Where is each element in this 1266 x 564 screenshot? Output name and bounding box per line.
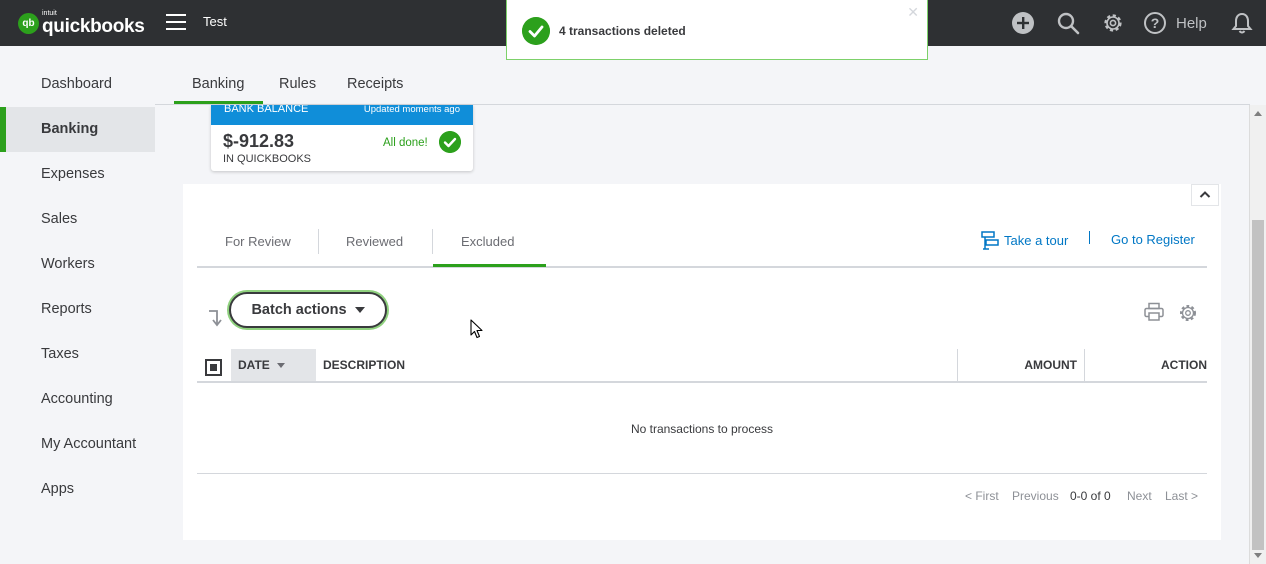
sidebar-item-expenses[interactable]: Expenses xyxy=(0,152,155,197)
take-a-tour-label: Take a tour xyxy=(1004,232,1069,248)
bank-balance-amount: $-912.83 xyxy=(223,131,295,151)
sidebar-item-banking[interactable]: Banking xyxy=(0,107,155,152)
check-circle-icon xyxy=(439,131,461,153)
column-header-action: ACTION xyxy=(1161,358,1207,372)
take-a-tour-link[interactable]: Take a tour xyxy=(980,230,1068,250)
toast-notification: 4 transactions deleted ✕ xyxy=(506,0,928,60)
sidebar-nav: Dashboard Banking Expenses Sales Workers… xyxy=(0,46,155,564)
bank-status-text: All done! xyxy=(383,137,428,149)
tab-banking[interactable]: Banking xyxy=(192,76,244,92)
pager-first[interactable]: < First xyxy=(965,489,999,503)
bank-balance-card[interactable]: BANK BALANCE Updated moments ago $-912.8… xyxy=(211,105,473,171)
pager-count: 0-0 of 0 xyxy=(1070,489,1111,503)
column-header-amount: AMOUNT xyxy=(1024,358,1077,372)
scroll-thumb[interactable] xyxy=(1252,220,1264,550)
pager-next[interactable]: Next xyxy=(1127,489,1152,503)
column-date-label: DATE xyxy=(238,358,270,372)
column-separator xyxy=(957,349,958,381)
column-separator xyxy=(1084,349,1085,381)
settings-gear-icon[interactable] xyxy=(1177,302,1199,324)
sidebar-item-apps[interactable]: Apps xyxy=(0,467,155,512)
company-name: Test xyxy=(203,14,227,29)
hamburger-menu-icon[interactable] xyxy=(166,14,186,30)
close-icon[interactable]: ✕ xyxy=(907,4,919,21)
tab-excluded[interactable]: Excluded xyxy=(461,234,514,249)
help-label[interactable]: Help xyxy=(1176,15,1207,32)
bank-balance-caption: IN QUICKBOOKS xyxy=(223,153,312,165)
sidebar-item-taxes[interactable]: Taxes xyxy=(0,332,155,377)
gear-icon[interactable] xyxy=(1101,11,1125,35)
sidebar-item-workers[interactable]: Workers xyxy=(0,242,155,287)
sort-caret-icon xyxy=(277,363,286,369)
svg-text:?: ? xyxy=(1151,15,1160,31)
subtab-active-indicator xyxy=(433,264,546,267)
print-icon[interactable] xyxy=(1143,302,1165,322)
qb-logo-icon: qb xyxy=(18,12,39,34)
link-separator xyxy=(1089,231,1090,244)
caret-down-icon xyxy=(354,307,365,313)
quickbooks-logo[interactable]: qb intuit quickbooks xyxy=(18,10,145,36)
sidebar-item-dashboard[interactable]: Dashboard xyxy=(0,62,155,107)
scroll-down-arrow-icon[interactable] xyxy=(1254,553,1262,558)
logo-text: intuit quickbooks xyxy=(42,10,145,36)
bank-updated-label: Updated moments ago xyxy=(363,105,460,115)
toast-message: 4 transactions deleted xyxy=(559,24,686,38)
transactions-panel: For Review Reviewed Excluded Take a tour… xyxy=(183,184,1221,540)
sidebar-item-sales[interactable]: Sales xyxy=(0,197,155,242)
tab-reviewed[interactable]: Reviewed xyxy=(346,234,403,249)
success-check-icon xyxy=(522,17,550,45)
chevron-up-icon xyxy=(1199,191,1211,198)
empty-table-message: No transactions to process xyxy=(630,422,774,436)
tab-rules[interactable]: Rules xyxy=(279,76,316,92)
tour-signpost-icon xyxy=(981,231,999,250)
column-header-description: DESCRIPTION xyxy=(323,358,406,372)
tab-receipts[interactable]: Receipts xyxy=(347,76,403,92)
logo-quickbooks: quickbooks xyxy=(42,16,145,37)
collapse-button[interactable] xyxy=(1191,184,1219,206)
tab-separator xyxy=(318,229,319,254)
sidebar-item-reports[interactable]: Reports xyxy=(0,287,155,332)
bell-icon[interactable] xyxy=(1230,11,1254,35)
table-bottom-border xyxy=(197,473,1207,474)
scroll-up-arrow-icon[interactable] xyxy=(1254,111,1262,116)
tab-separator xyxy=(432,229,433,254)
mouse-cursor-icon xyxy=(470,319,483,339)
batch-actions-button[interactable]: Batch actions xyxy=(229,292,387,328)
column-header-date[interactable]: DATE xyxy=(231,349,316,381)
go-to-register-link[interactable]: Go to Register xyxy=(1111,232,1195,247)
help-icon[interactable]: ? xyxy=(1143,11,1167,35)
sort-arrow-icon[interactable] xyxy=(207,308,223,328)
select-all-checkbox[interactable] xyxy=(205,359,222,376)
subtab-divider xyxy=(197,266,1207,268)
pager-previous[interactable]: Previous xyxy=(1012,489,1059,503)
page-scrollbar[interactable] xyxy=(1249,105,1266,564)
search-icon[interactable] xyxy=(1056,11,1080,35)
bank-card-header: BANK BALANCE Updated moments ago xyxy=(211,105,473,125)
sidebar-item-my-accountant[interactable]: My Accountant xyxy=(0,422,155,467)
table-header-row: DATE DESCRIPTION AMOUNT ACTION xyxy=(197,349,1207,383)
batch-actions-label: Batch actions xyxy=(251,302,347,318)
plus-icon[interactable] xyxy=(1011,11,1035,35)
sidebar-item-accounting[interactable]: Accounting xyxy=(0,377,155,422)
bank-balance-label: BANK BALANCE xyxy=(224,105,309,115)
pager-last[interactable]: Last > xyxy=(1165,489,1198,503)
tab-for-review[interactable]: For Review xyxy=(225,234,291,249)
